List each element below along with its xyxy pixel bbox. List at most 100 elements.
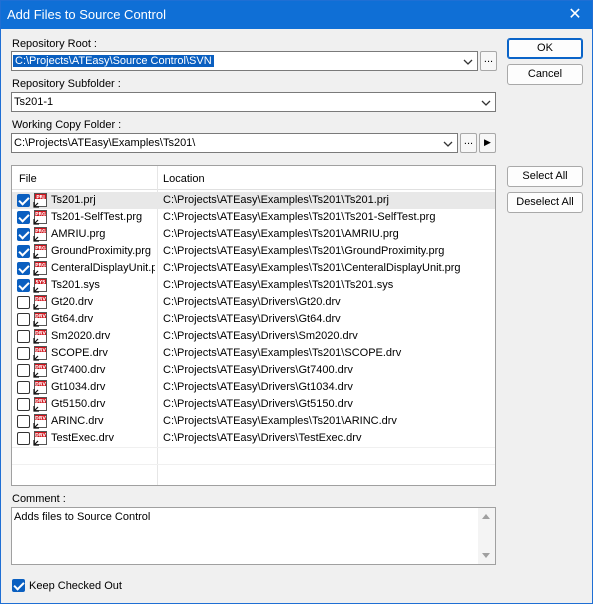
system-file-icon: SYS [33,278,47,293]
repository-root-combo[interactable]: C:\Projects\ATEasy\Source Control\SVN [11,51,478,71]
comment-field[interactable]: Adds files to Source Control [11,507,496,565]
table-row[interactable]: PRG AMRIU.prg C:\Projects\ATEasy\Examples\… [12,226,495,243]
row-checkbox[interactable] [17,347,30,360]
file-name-cell: SCOPE.drv [51,347,108,359]
file-location-cell: C:\Projects\ATEasy\Examples\Ts201\Center… [163,262,461,274]
table-row[interactable]: DRV Gt20.drv C:\Projects\ATEasy\Drivers\Gt… [12,294,495,311]
file-location-cell: C:\Projects\ATEasy\Drivers\Gt5150.drv [163,398,353,410]
repository-root-value: C:\Projects\ATEasy\Source Control\SVN [13,55,214,67]
row-checkbox[interactable] [17,330,30,343]
keep-checked-out-label[interactable]: Keep Checked Out [29,580,122,592]
working-copy-value: C:\Projects\ATEasy\Examples\Ts201\ [14,137,196,149]
row-checkbox[interactable] [17,432,30,445]
file-name-cell: Gt7400.drv [51,364,106,376]
empty-row [12,447,495,464]
add-files-dialog: Add Files to Source Control ✕ Repository… [0,0,593,604]
table-row[interactable]: DRV ARINC.drv C:\Projects\ATEasy\Examples\… [12,413,495,430]
row-checkbox[interactable] [17,296,30,309]
table-row[interactable]: PRG GroundProximity.prg C:\Projects\ATEasy… [12,243,495,260]
table-row[interactable]: DRV Gt7400.drv C:\Projects\ATEasy\Drivers\… [12,362,495,379]
file-location-cell: C:\Projects\ATEasy\Examples\Ts201\ARINC.… [163,415,397,427]
title-bar[interactable]: Add Files to Source Control ✕ [1,1,592,29]
file-name-cell: Gt20.drv [51,296,94,308]
svg-text:PRG: PRG [35,262,46,268]
cancel-button[interactable]: Cancel [507,64,583,85]
driver-file-icon: DRV [33,397,47,412]
repository-root-browse-button[interactable]: ... [480,51,497,71]
working-copy-go-button[interactable]: ▶ [479,133,496,153]
deselect-all-button[interactable]: Deselect All [507,192,583,213]
file-location-cell: C:\Projects\ATEasy\Drivers\Gt7400.drv [163,364,353,376]
row-checkbox[interactable] [17,245,30,258]
chevron-down-icon[interactable] [462,56,474,68]
column-header-location[interactable]: Location [163,173,205,185]
working-copy-browse-button[interactable]: ... [460,133,477,153]
table-row[interactable]: SYS Ts201.sys C:\Projects\ATEasy\Examples\… [12,277,495,294]
file-name-cell: Ts201.prj [51,194,96,206]
table-row[interactable]: DRV SCOPE.drv C:\Projects\ATEasy\Examples\… [12,345,495,362]
files-table: File Location PRJ Ts201.prj C:\Projects\AT… [11,165,496,486]
repository-subfolder-label: Repository Subfolder : [12,78,121,90]
working-copy-combo[interactable]: C:\Projects\ATEasy\Examples\Ts201\ [11,133,458,153]
row-checkbox[interactable] [17,194,30,207]
table-row[interactable]: DRV Gt5150.drv C:\Projects\ATEasy\Drivers\… [12,396,495,413]
keep-checked-out-checkbox[interactable] [12,579,25,592]
svg-text:DRV: DRV [35,347,46,353]
driver-file-icon: DRV [33,312,47,327]
empty-row [12,464,495,481]
table-row[interactable]: PRG Ts201-SelfTest.prg C:\Projects\ATEasy\… [12,209,495,226]
svg-text:DRV: DRV [35,415,46,421]
row-checkbox[interactable] [17,279,30,292]
chevron-down-icon[interactable] [480,97,492,109]
svg-text:DRV: DRV [35,381,46,387]
svg-text:PRG: PRG [35,245,46,251]
svg-text:DRV: DRV [35,432,46,438]
file-location-cell: C:\Projects\ATEasy\Examples\Ts201\AMRIU.… [163,228,399,240]
select-all-button[interactable]: Select All [507,166,583,187]
table-row[interactable]: DRV Gt1034.drv C:\Projects\ATEasy\Drivers\… [12,379,495,396]
table-row[interactable]: DRV Sm2020.drv C:\Projects\ATEasy\Drivers\… [12,328,495,345]
file-name-cell: Sm2020.drv [51,330,111,342]
file-location-cell: C:\Projects\ATEasy\Examples\Ts201\SCOPE.… [163,347,402,359]
comment-label: Comment : [12,493,66,505]
svg-text:PRG: PRG [35,228,46,234]
row-checkbox[interactable] [17,228,30,241]
file-name-cell: Ts201.sys [51,279,100,291]
working-copy-label: Working Copy Folder : [12,119,122,131]
row-checkbox[interactable] [17,364,30,377]
scroll-up-icon[interactable] [482,514,490,519]
file-location-cell: C:\Projects\ATEasy\Examples\Ts201\Ts201-… [163,211,436,223]
table-row[interactable]: DRV TestExec.drv C:\Projects\ATEasy\Driver… [12,430,495,447]
close-button[interactable]: ✕ [564,4,586,26]
table-row[interactable]: DRV Gt64.drv C:\Projects\ATEasy\Drivers\Gt… [12,311,495,328]
program-file-icon: PRG [33,261,47,276]
ok-button[interactable]: OK [507,38,583,59]
row-checkbox[interactable] [17,211,30,224]
column-header-file[interactable]: File [19,173,37,185]
project-file-icon: PRJ [33,193,47,208]
svg-text:DRV: DRV [35,330,46,336]
dialog-title: Add Files to Source Control [7,7,166,22]
driver-file-icon: DRV [33,414,47,429]
row-checkbox[interactable] [17,415,30,428]
svg-text:PRG: PRG [35,211,46,217]
file-name-cell: CenteralDisplayUnit.prg [51,262,155,274]
row-checkbox[interactable] [17,398,30,411]
driver-file-icon: DRV [33,363,47,378]
row-checkbox[interactable] [17,313,30,326]
table-row[interactable]: PRG CenteralDisplayUnit.prg C:\Projects\AT… [12,260,495,277]
driver-file-icon: DRV [33,295,47,310]
file-name-cell: Gt1034.drv [51,381,106,393]
file-name-cell: Gt64.drv [51,313,94,325]
table-row[interactable]: PRJ Ts201.prj C:\Projects\ATEasy\Examples\… [12,192,495,209]
svg-text:DRV: DRV [35,398,46,404]
file-name-cell: ARINC.drv [51,415,104,427]
row-checkbox[interactable] [17,262,30,275]
comment-scrollbar[interactable] [478,508,495,564]
file-name-cell: TestExec.drv [51,432,114,444]
scroll-down-icon[interactable] [482,553,490,558]
row-checkbox[interactable] [17,381,30,394]
repository-subfolder-combo[interactable]: Ts201-1 [11,92,496,112]
chevron-down-icon[interactable] [442,138,454,150]
svg-text:SYS: SYS [36,279,46,285]
